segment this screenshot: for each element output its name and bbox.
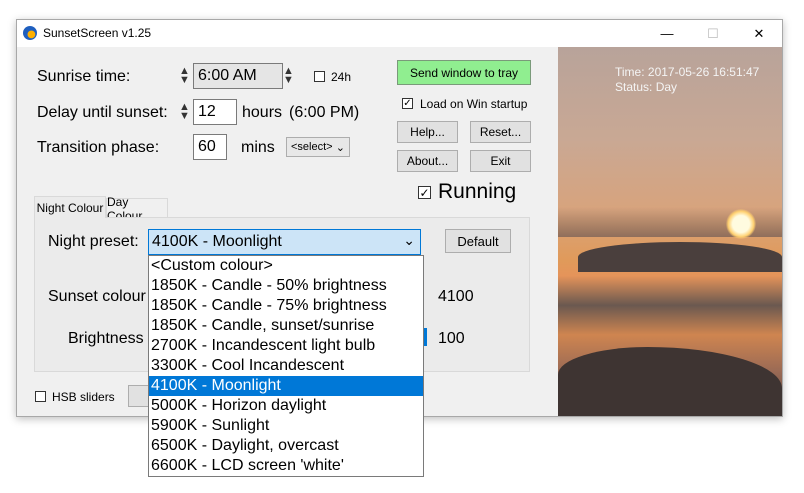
reset-button[interactable]: Reset... — [470, 121, 531, 143]
exit-button[interactable]: Exit — [470, 150, 531, 172]
24h-checkbox[interactable] — [314, 71, 325, 82]
dropdown-option[interactable]: 4100K - Moonlight — [149, 376, 423, 396]
foreground-land — [558, 347, 782, 416]
night-preset-value: 4100K - Moonlight — [152, 233, 282, 250]
sunset-time-result: (6:00 PM) — [289, 104, 360, 121]
running-label: Running — [438, 180, 517, 203]
dropdown-option[interactable]: 1850K - Candle, sunset/sunrise — [149, 316, 423, 336]
status-text: Status: Day — [615, 80, 678, 94]
maximize-button[interactable]: ☐ — [690, 20, 736, 47]
sunset-colour-label: Sunset colour — [48, 288, 146, 305]
sunset-preview-image: Time: 2017-05-26 16:51:47 Status: Day — [558, 47, 782, 416]
dropdown-option[interactable]: 5000K - Horizon daylight — [149, 396, 423, 416]
hsb-sliders-checkbox[interactable] — [35, 391, 46, 402]
transition-input[interactable]: 60 — [193, 134, 227, 160]
window-title: SunsetScreen v1.25 — [43, 26, 152, 40]
sun-icon — [726, 209, 756, 239]
delay-label: Delay until sunset: — [37, 104, 168, 121]
sunrise-label: Sunrise time: — [37, 68, 131, 85]
night-preset-label: Night preset: — [48, 233, 139, 250]
distant-hills — [578, 242, 782, 272]
title-bar[interactable]: SunsetScreen v1.25 — ☐ ✕ — [17, 20, 782, 47]
sunset-colour-value: 4100 — [438, 288, 474, 305]
chevron-down-icon: ⌄ — [403, 232, 415, 248]
tab-day-colour[interactable]: Day Colour — [106, 195, 168, 223]
default-button[interactable]: Default — [445, 229, 511, 253]
transition-select-value: <select> — [291, 141, 333, 153]
dropdown-option[interactable]: 6600K - LCD screen 'white' — [149, 456, 423, 476]
dropdown-option[interactable]: 5900K - Sunlight — [149, 416, 423, 436]
about-button[interactable]: About... — [397, 150, 458, 172]
delay-unit: hours — [242, 104, 283, 121]
send-to-tray-button[interactable]: Send window to tray — [397, 60, 531, 85]
delay-spinner[interactable]: ▲ ▼ — [179, 102, 190, 122]
brightness-value: 100 — [438, 330, 465, 347]
dropdown-option[interactable]: 2700K - Incandescent light bulb — [149, 336, 423, 356]
help-button[interactable]: Help... — [397, 121, 458, 143]
night-preset-select[interactable]: 4100K - Moonlight ⌄ — [148, 229, 421, 255]
sunrise-time-input[interactable]: 6:00 AM — [193, 63, 283, 89]
dropdown-option[interactable]: 3300K - Cool Incandescent — [149, 356, 423, 376]
dropdown-list: <Custom colour> 1850K - Candle - 50% brig… — [149, 256, 423, 476]
sunrise-minute-spinner[interactable]: ▲ ▼ — [283, 66, 294, 86]
night-preset-dropdown[interactable]: <Custom colour> 1850K - Candle - 50% brig… — [148, 255, 424, 477]
dropdown-option[interactable]: 6500K - Daylight, overcast — [149, 436, 423, 456]
brightness-label: Brightness — [68, 330, 144, 347]
minimize-button[interactable]: — — [644, 20, 690, 47]
transition-label: Transition phase: — [37, 139, 160, 156]
load-startup-label: Load on Win startup — [420, 97, 528, 111]
24h-label: 24h — [331, 70, 352, 84]
app-logo-icon — [23, 26, 37, 40]
brightness-slider-thumb[interactable] — [424, 328, 427, 346]
close-button[interactable]: ✕ — [736, 20, 782, 47]
running-checkbox[interactable]: ✓ — [418, 186, 431, 199]
dropdown-option[interactable]: 1850K - Candle - 75% brightness — [149, 296, 423, 316]
hsb-sliders-label: HSB sliders — [52, 390, 115, 404]
dropdown-option[interactable]: 1850K - Candle - 50% brightness — [149, 276, 423, 296]
transition-select[interactable]: <select> ⌄ — [286, 137, 350, 157]
status-time: Time: 2017-05-26 16:51:47 — [615, 65, 760, 79]
tab-night-colour[interactable]: Night Colour — [34, 196, 106, 218]
chevron-down-icon: ⌄ — [335, 141, 345, 154]
load-startup-checkbox[interactable]: ✓ — [402, 98, 413, 109]
transition-unit: mins — [241, 139, 275, 156]
dropdown-option[interactable]: <Custom colour> — [149, 256, 423, 276]
delay-hours-input[interactable]: 12 — [193, 99, 237, 125]
sunrise-hour-spinner[interactable]: ▲ ▼ — [179, 66, 190, 86]
